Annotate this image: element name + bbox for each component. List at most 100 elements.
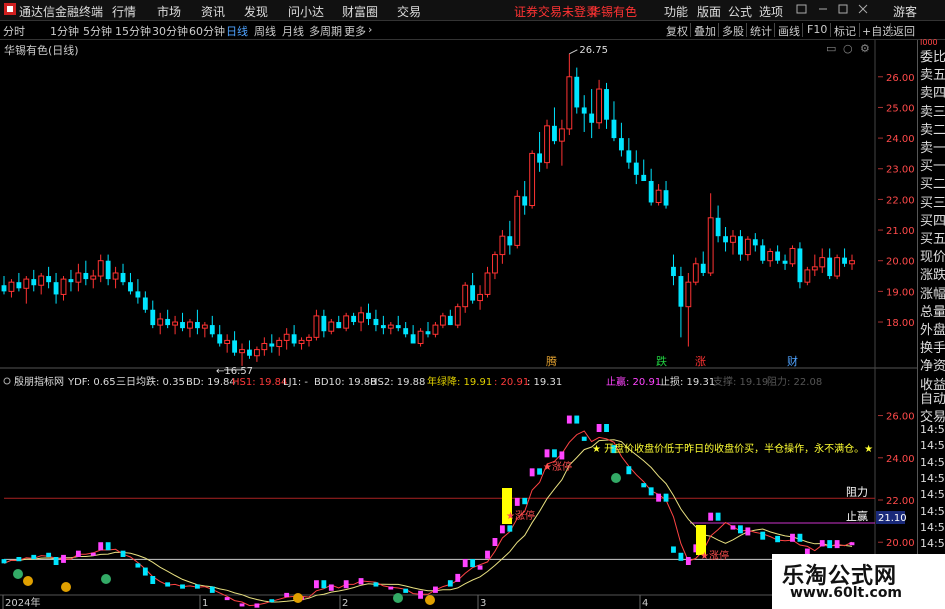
y-tick-label: 18.00: [886, 318, 915, 329]
strategy-note: ★ 开盘价收盘价低于昨日的收盘价买，半仓操作，永不满仓。★: [592, 442, 873, 455]
candle-body-down: [373, 318, 379, 326]
candle-body-up: [819, 257, 826, 268]
candle-body-up: [499, 235, 506, 256]
candle-body-down: [247, 349, 252, 356]
period-1min[interactable]: 1分钟: [50, 23, 79, 39]
top-chart-title: 华锡有色(日线): [4, 43, 79, 57]
side-label: 卖二: [920, 122, 945, 138]
svg-text:▭: ▭: [826, 42, 836, 55]
candle-body-up: [730, 235, 736, 243]
chart-tool-icons[interactable]: ▭ ○ ⚙: [826, 42, 870, 55]
candle-body-up: [767, 251, 774, 262]
period-5min[interactable]: 5分钟: [83, 23, 112, 39]
menu-item-zixun[interactable]: 资讯: [201, 3, 225, 20]
indicator-value: HS2: 19.88: [370, 377, 425, 388]
menu-item-caifuquan[interactable]: 财富圈: [342, 3, 378, 20]
tool-fanhui[interactable]: 返回: [893, 23, 915, 39]
period-30min[interactable]: 30分钟: [152, 23, 188, 39]
tool-diejia[interactable]: 叠加: [694, 23, 716, 39]
high-marker-line: [569, 49, 578, 55]
candle-body-down: [678, 276, 684, 307]
candle-body-down: [269, 343, 275, 347]
takeprofit-label: 止赢: [846, 509, 868, 523]
indicator-block: [254, 603, 260, 608]
side-label: 涨幅: [920, 286, 945, 302]
tool-duogu[interactable]: 多股: [722, 23, 744, 39]
candle-body-down: [380, 325, 386, 329]
event-label: 腾: [546, 354, 557, 368]
period-toolbar: 分时 1分钟 5分钟 15分钟 30分钟 60分钟 日线 周线 月线 多周期 更…: [0, 21, 945, 40]
tool-zixuan[interactable]: +自选: [862, 23, 893, 39]
ma-line-red: [3, 430, 853, 607]
menu-item-banmian[interactable]: 版面: [697, 3, 721, 20]
menu-item-shichang[interactable]: 市场: [157, 3, 181, 20]
indicator-value: BD10: 19.88: [314, 377, 376, 388]
indicator-block: [730, 525, 736, 530]
candle-body-down: [232, 340, 238, 353]
indicator-block: [403, 588, 409, 593]
date-label: 3: [480, 598, 486, 609]
candle-body-up: [707, 217, 714, 274]
window-controls-icon[interactable]: [795, 3, 895, 18]
indicator-block: [105, 542, 111, 551]
period-weekly[interactable]: 周线: [254, 23, 276, 39]
indicator-block: [239, 603, 245, 607]
candle-body-down: [68, 279, 74, 283]
candle-body-down: [648, 181, 654, 203]
tool-f10[interactable]: F10: [807, 23, 827, 36]
indicator-block: [514, 497, 520, 506]
period-monthly[interactable]: 月线: [282, 23, 304, 39]
candle-body-up: [201, 324, 208, 329]
candle-body-down: [723, 236, 728, 243]
guest-user[interactable]: 游客: [893, 3, 917, 20]
tool-biaoji[interactable]: 标记: [834, 23, 856, 39]
period-daily[interactable]: 日线: [226, 23, 248, 39]
menu-item-gongneng[interactable]: 功能: [664, 3, 688, 20]
indicator-block: [485, 550, 490, 559]
side-time: 14:56: [920, 423, 945, 436]
side-time: 14:56: [920, 471, 945, 485]
period-60min[interactable]: 60分钟: [189, 23, 225, 39]
candle-body-down: [797, 248, 803, 283]
login-status[interactable]: 证券交易未登录: [514, 3, 598, 20]
candle-body-up: [112, 272, 119, 280]
period-more[interactable]: 更多: [344, 23, 366, 39]
tool-fuquan[interactable]: 复权: [666, 23, 688, 39]
candle-body-down: [604, 89, 609, 120]
period-multi[interactable]: 多周期: [309, 23, 342, 39]
candle-body-down: [611, 119, 617, 139]
candle-body-up: [477, 293, 483, 302]
indicator-block: [648, 487, 654, 496]
tool-huaxian[interactable]: 画线: [778, 23, 800, 39]
tool-tongji[interactable]: 统计: [750, 23, 772, 39]
indicator-block: [75, 550, 81, 557]
period-15min[interactable]: 15分钟: [115, 23, 151, 39]
indicator-block: [819, 540, 825, 547]
menu-item-wenxiaoda[interactable]: 问小达: [288, 3, 324, 20]
period-fenshi[interactable]: 分时: [3, 23, 25, 39]
candle-body-up: [97, 260, 104, 277]
candle-body-down: [842, 257, 847, 264]
side-label: 买二: [920, 177, 945, 193]
menu-item-xuanxiang[interactable]: 选项: [759, 3, 783, 20]
indicator-settings-icon[interactable]: [3, 377, 11, 385]
side-time: 14:56: [920, 504, 945, 518]
candle-body-down: [715, 217, 721, 237]
kline-chart[interactable]: 华锡有色(日线) ▭ ○ ⚙ 18.00 19.00 20.00 21.00 22.00…: [0, 40, 917, 609]
side-label: 买三: [920, 195, 945, 211]
candle-body-down: [209, 325, 215, 335]
chevron-right-icon[interactable]: ›: [368, 23, 372, 36]
indicator-block: [626, 466, 632, 475]
menu-item-hangqing[interactable]: 行情: [112, 3, 136, 20]
indicator-block: [790, 533, 795, 542]
candle-body-down: [641, 174, 647, 182]
candle-body-up: [484, 272, 491, 295]
menu-item-faxian[interactable]: 发现: [244, 3, 268, 20]
menu-item-gongshi[interactable]: 公式: [728, 3, 752, 20]
indicator-block: [522, 497, 528, 505]
menu-item-jiaoyi[interactable]: 交易: [397, 3, 421, 20]
buy-signal-icon: [61, 582, 71, 592]
candle-body-down: [31, 279, 37, 286]
date-label: 4: [642, 598, 648, 609]
side-label: 净资: [920, 359, 945, 375]
